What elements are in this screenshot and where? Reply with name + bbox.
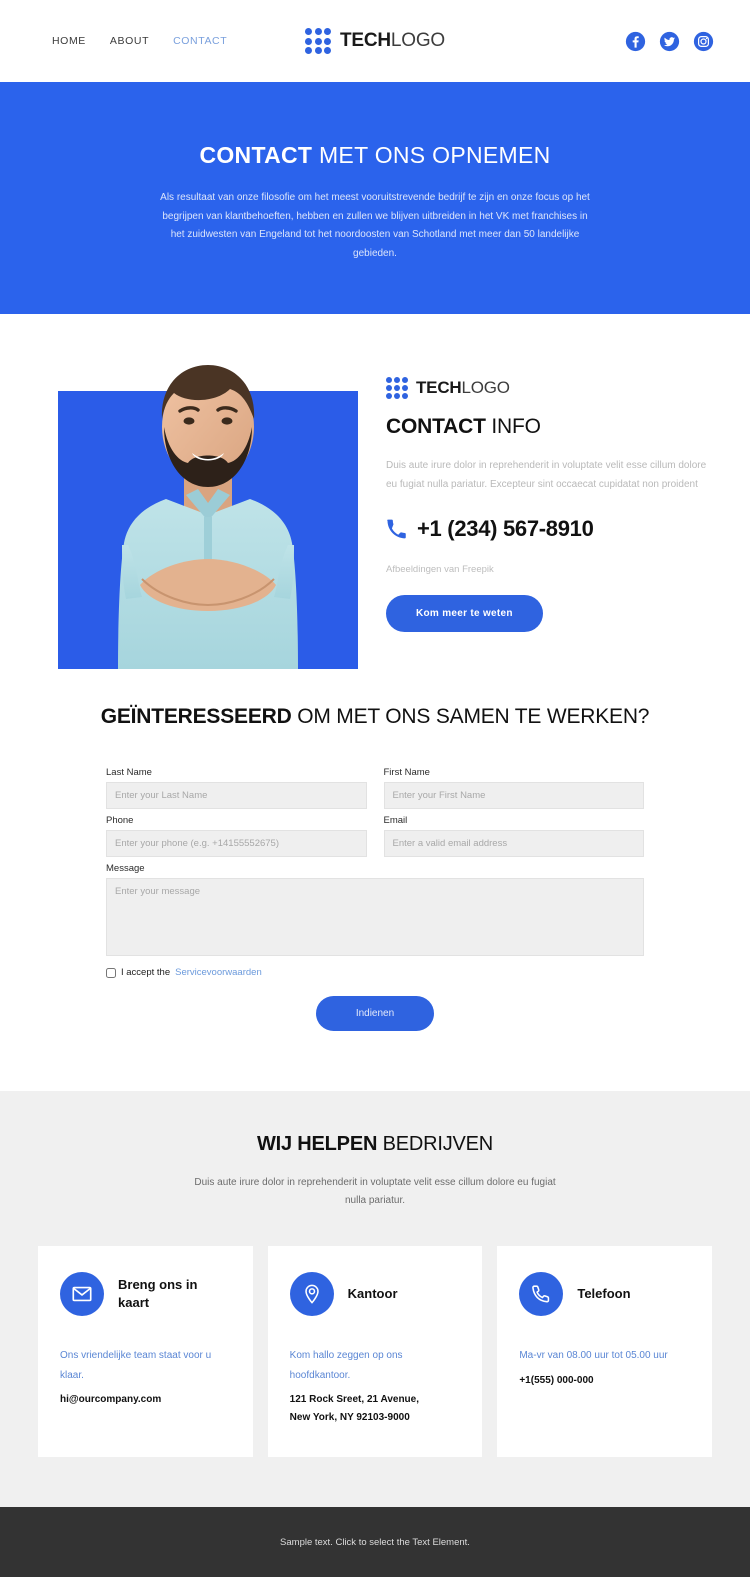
form-row-contact: Phone Email [106,815,644,863]
card-phone-title: Telefoon [577,1286,631,1302]
header-logo[interactable]: TECHLOGO [304,28,445,54]
message-textarea[interactable] [106,878,644,956]
twitter-icon[interactable] [659,31,680,52]
form-title-bold: GEÏNTERESSEERD [100,705,292,728]
card-map[interactable]: Breng ons in kaart Ons vriendelijke team… [38,1246,253,1457]
contact-info-title-bold: CONTACT [386,415,486,438]
email-label: Email [383,815,408,826]
card-office-value2: New York, NY 92103-9000 [289,1412,410,1423]
last-name-input[interactable] [106,782,367,809]
phone-number: +1 (234) 567-8910 [417,516,594,541]
field-group-first-name: First Name [383,767,644,809]
hero-section: CONTACT MET ONS OPNEMEN Als resultaat va… [0,82,750,314]
facebook-icon[interactable] [625,31,646,52]
card-map-head: Breng ons in kaart [60,1272,231,1316]
instagram-icon[interactable] [693,31,714,52]
submit-wrapper: Indienen [106,996,644,1031]
phone-input[interactable] [106,830,367,857]
form-title-rest: OM MET ONS SAMEN TE WERKEN? [291,705,650,728]
form-row-names: Last Name First Name [106,767,644,815]
card-office-head: Kantoor [289,1272,461,1316]
portrait-block [58,349,358,669]
card-office-value: 121 Rock Sreet, 21 Avenue, [289,1394,419,1405]
contact-logo: TECHLOGO [386,377,716,399]
message-label: Message [106,863,145,874]
accept-terms-text: I accept the [121,967,171,978]
phone-icon [387,519,406,539]
email-input[interactable] [383,830,644,857]
contact-info-title: CONTACT INFO [386,415,716,439]
contact-brand-text: TECHLOGO [416,378,510,398]
phone-label: Phone [106,815,134,826]
card-phone-link[interactable]: Ma-vr van 08.00 uur tot 05.00 uur [519,1346,690,1366]
dot-grid-logo-icon [386,377,408,399]
map-pin-icon [289,1272,334,1316]
help-title-bold: WIJ HELPEN [256,1133,378,1155]
hero-paragraph: Als resultaat van onze filosofie om het … [160,192,590,259]
card-phone-value: +1(555) 000-000 [519,1374,594,1386]
field-group-phone: Phone [106,815,367,857]
brand-text-bold: TECH [339,30,391,51]
contact-brand-light: LOGO [461,378,510,397]
brand-text-light: LOGO [390,30,446,51]
nav-item-contact[interactable]: CONTACT [173,35,227,47]
card-phone[interactable]: Telefoon Ma-vr van 08.00 uur tot 05.00 u… [497,1246,713,1457]
contact-brand-bold: TECH [416,378,462,397]
info-cards: Breng ons in kaart Ons vriendelijke team… [0,1246,750,1457]
envelope-icon [60,1272,104,1316]
submit-button[interactable]: Indienen [315,996,435,1031]
learn-more-button[interactable]: Kom meer te weten [386,595,543,632]
footer-text[interactable]: Sample text. Click to select the Text El… [280,1537,470,1548]
card-map-title: Breng ons in kaart [118,1277,198,1310]
hero-title-bold: CONTACT [199,142,313,168]
credit-prefix: Afbeeldingen van [386,564,463,575]
help-subtitle: Duis aute irure dolor in reprehenderit i… [194,1177,556,1206]
site-footer: Sample text. Click to select the Text El… [0,1507,750,1577]
contact-info-title-rest: INFO [485,415,541,438]
help-title: WIJ HELPEN BEDRIJVEN [0,1133,750,1156]
contact-info-column: TECHLOGO CONTACT INFO Duis aute irure do… [386,349,716,632]
form-title: GEÏNTERESSEERD OM MET ONS SAMEN TE WERKE… [0,705,750,729]
terms-link[interactable]: Servicevoorwaarden [175,967,262,978]
help-title-rest: BEDRIJVEN [377,1133,494,1155]
portrait-photo [118,365,298,669]
card-map-link[interactable]: Ons vriendelijke team staat voor u klaar… [60,1346,231,1385]
contact-form: Last Name First Name Phone Email Message [106,767,644,1031]
phone-row[interactable]: +1 (234) 567-8910 [386,516,716,542]
first-name-input[interactable] [383,782,644,809]
social-links [625,31,714,52]
first-name-label: First Name [383,767,430,778]
field-group-last-name: Last Name [106,767,367,809]
brand-text: TECHLOGO [340,30,445,52]
main-nav: HOME ABOUT CONTACT [52,35,227,47]
help-section: WIJ HELPEN BEDRIJVEN Duis aute irure dol… [0,1091,750,1507]
card-map-value: hi@ourcompany.com [60,1394,162,1405]
accept-terms-row: I accept the Servicevoorwaarden [106,967,644,978]
card-phone-head: Telefoon [519,1272,690,1316]
credit-source[interactable]: Freepik [462,564,494,575]
hero-title: CONTACT MET ONS OPNEMEN [0,142,750,169]
field-group-message: Message [106,863,644,961]
card-office-link[interactable]: Kom hallo zeggen op ons hoofdkantoor. [290,1346,461,1385]
accept-terms-checkbox[interactable] [106,967,116,978]
hero-title-rest: MET ONS OPNEMEN [312,142,551,168]
card-office-title: Kantoor [347,1286,398,1302]
card-office[interactable]: Kantoor Kom hallo zeggen op ons hoofdkan… [267,1246,483,1457]
nav-item-home[interactable]: HOME [52,35,86,47]
nav-item-about[interactable]: ABOUT [110,35,149,47]
dot-grid-logo-icon [304,28,331,54]
contact-info-section: TECHLOGO CONTACT INFO Duis aute irure do… [0,314,750,677]
contact-info-description: Duis aute irure dolor in reprehenderit i… [386,460,707,490]
phone-icon [519,1272,564,1316]
field-group-email: Email [383,815,644,857]
site-header: HOME ABOUT CONTACT TECHLOGO [0,0,750,82]
contact-form-section: GEÏNTERESSEERD OM MET ONS SAMEN TE WERKE… [0,677,750,1091]
last-name-label: Last Name [106,767,152,778]
image-credit: Afbeeldingen van Freepik [386,564,716,575]
